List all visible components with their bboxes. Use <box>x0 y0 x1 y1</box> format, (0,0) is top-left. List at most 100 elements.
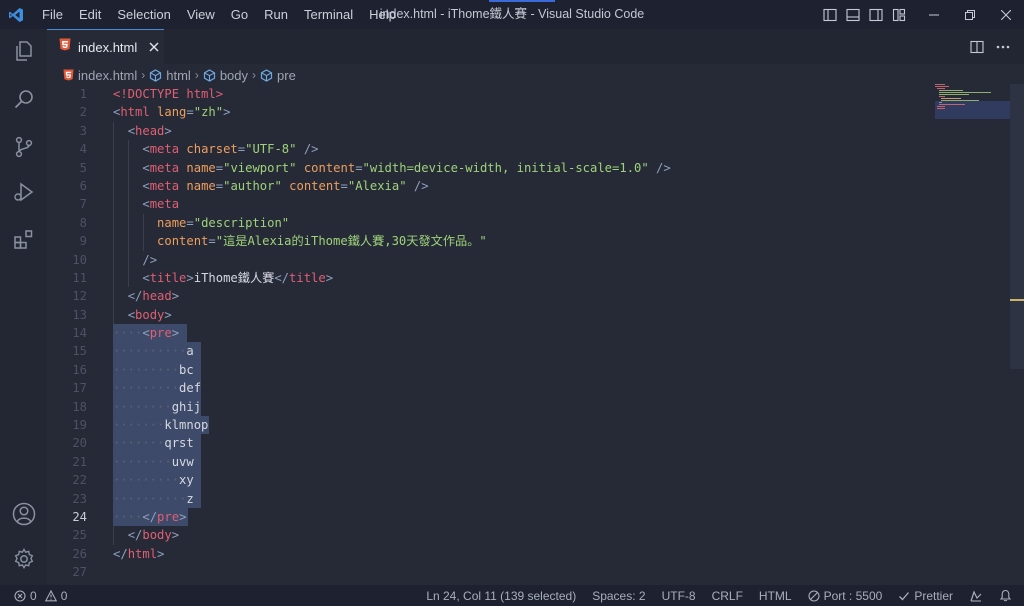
text-token: qrst <box>164 436 194 451</box>
code-editor[interactable]: 1 <!DOCTYPE html> 2 <html lang="zh"> 3 <he… <box>47 85 937 582</box>
punct-token: /> <box>406 178 429 193</box>
title-accent-bar <box>489 0 555 2</box>
doctype-token: <!DOCTYPE html> <box>113 87 224 101</box>
text-token: xy <box>179 473 194 488</box>
minimize-icon[interactable] <box>916 0 952 29</box>
code-line: 10 /> <box>47 250 937 269</box>
line-text: ·········xy <box>113 471 194 489</box>
close-window-icon[interactable] <box>988 0 1024 29</box>
toggle-primary-sidebar-icon[interactable] <box>818 0 841 29</box>
line-text: ····<pre> <box>113 326 180 341</box>
warning-icon <box>44 589 57 602</box>
tag-token: head <box>135 123 165 138</box>
prettier-status[interactable]: Prettier <box>898 589 953 603</box>
attr-token: charset <box>186 142 238 157</box>
whitespace-dots: ·········· <box>113 491 187 506</box>
punct-token: = <box>215 178 224 193</box>
code-line: 14 ····<pre> <box>47 324 937 343</box>
problems-warnings[interactable]: 0 <box>44 589 67 603</box>
settings-gear-icon[interactable] <box>0 537 47 581</box>
toggle-panel-icon[interactable] <box>841 0 864 29</box>
end-of-line[interactable]: CRLF <box>712 589 743 603</box>
tag-token: pre <box>157 509 180 524</box>
punct-token: < <box>127 307 136 322</box>
source-control-icon[interactable] <box>0 125 47 169</box>
breadcrumb-body[interactable]: body <box>203 68 248 83</box>
indentation[interactable]: Spaces: 2 <box>592 589 645 603</box>
line-text: /> <box>113 251 157 269</box>
line-text: <html lang="zh"> <box>113 103 230 121</box>
line-number: 25 <box>72 528 87 543</box>
whitespace-dots: ······· <box>113 436 165 451</box>
punct-token: > <box>179 509 187 524</box>
string-token: "author" <box>223 178 282 193</box>
line-number: 7 <box>79 197 87 212</box>
extensions-icon[interactable] <box>0 217 47 261</box>
menu-terminal[interactable]: Terminal <box>296 0 361 29</box>
punct-token: </ <box>142 509 158 524</box>
errors-count: 0 <box>30 588 37 603</box>
cursor-position[interactable]: Ln 24, Col 11 (139 selected) <box>426 589 576 603</box>
breadcrumb-file[interactable]: index.html <box>63 68 137 83</box>
tag-token: head <box>142 289 172 304</box>
encoding[interactable]: UTF-8 <box>662 589 696 603</box>
text-token: bc <box>179 362 194 377</box>
line-number: 24 <box>72 509 87 524</box>
breadcrumb-html[interactable]: html <box>149 68 191 83</box>
breadcrumb-pre[interactable]: pre <box>260 68 296 83</box>
attr-token: content <box>303 160 356 175</box>
menu-edit[interactable]: Edit <box>71 0 109 29</box>
menu-bar: File Edit Selection View Go Run Terminal… <box>34 0 404 29</box>
menu-view[interactable]: View <box>179 0 223 29</box>
line-text: </body> <box>113 526 179 544</box>
menu-run[interactable]: Run <box>256 0 296 29</box>
tag-token: html <box>120 105 150 120</box>
line-text: content="這是Alexia的iThome鐵人賽,30天發文作品。" <box>113 232 487 250</box>
menu-help[interactable]: Help <box>361 0 404 29</box>
punct-token: > <box>164 307 172 322</box>
line-number: 23 <box>72 491 87 506</box>
problems-errors[interactable]: 0 <box>14 589 37 603</box>
text-token: ghij <box>171 399 202 414</box>
live-server-port[interactable]: Port : 5500 <box>808 589 882 603</box>
whitespace-dots: ········ <box>113 454 172 469</box>
vertical-scrollbar[interactable] <box>1010 84 1024 369</box>
html5-file-icon <box>59 38 71 56</box>
notifications-bell-icon[interactable] <box>999 589 1012 602</box>
tag-token: body <box>135 307 165 322</box>
code-line: 6 <meta name="author" content="Alexia" /… <box>47 176 937 196</box>
toggle-secondary-sidebar-icon[interactable] <box>864 0 887 29</box>
minimap[interactable] <box>935 84 1010 144</box>
menu-selection[interactable]: Selection <box>109 0 178 29</box>
symbol-element-icon <box>149 68 162 82</box>
line-text: <title>iThome鐵人賽</title> <box>113 269 333 287</box>
tag-token: meta <box>149 142 180 157</box>
menu-go[interactable]: Go <box>223 0 256 29</box>
punct-token: < <box>142 160 150 175</box>
feedback-icon[interactable] <box>969 589 983 603</box>
more-actions-icon[interactable] <box>990 29 1016 64</box>
punct-token: = <box>186 105 194 120</box>
account-icon[interactable] <box>0 492 47 536</box>
run-debug-icon[interactable] <box>0 170 47 214</box>
punct-token: < <box>142 178 150 193</box>
punct-token: < <box>142 197 150 212</box>
line-text: </html> <box>113 545 164 563</box>
split-editor-icon[interactable] <box>964 29 990 64</box>
line-number: 6 <box>79 178 87 193</box>
punct-token: </ <box>127 528 143 543</box>
restore-icon[interactable] <box>952 0 988 29</box>
line-number: 20 <box>72 436 87 451</box>
punct-token: > <box>164 123 172 138</box>
tab-index-html[interactable]: index.html <box>47 29 164 64</box>
punct-token: < <box>127 123 136 138</box>
language-mode[interactable]: HTML <box>759 589 792 603</box>
text-token: iThome鐵人賽 <box>193 270 275 285</box>
customize-layout-icon[interactable] <box>887 0 910 29</box>
menu-file[interactable]: File <box>34 0 71 29</box>
punct-token: > <box>223 105 231 120</box>
attr-token: name <box>157 215 187 230</box>
explorer-icon[interactable] <box>0 29 47 73</box>
search-icon[interactable] <box>0 77 47 121</box>
tab-close-icon[interactable] <box>149 42 159 52</box>
